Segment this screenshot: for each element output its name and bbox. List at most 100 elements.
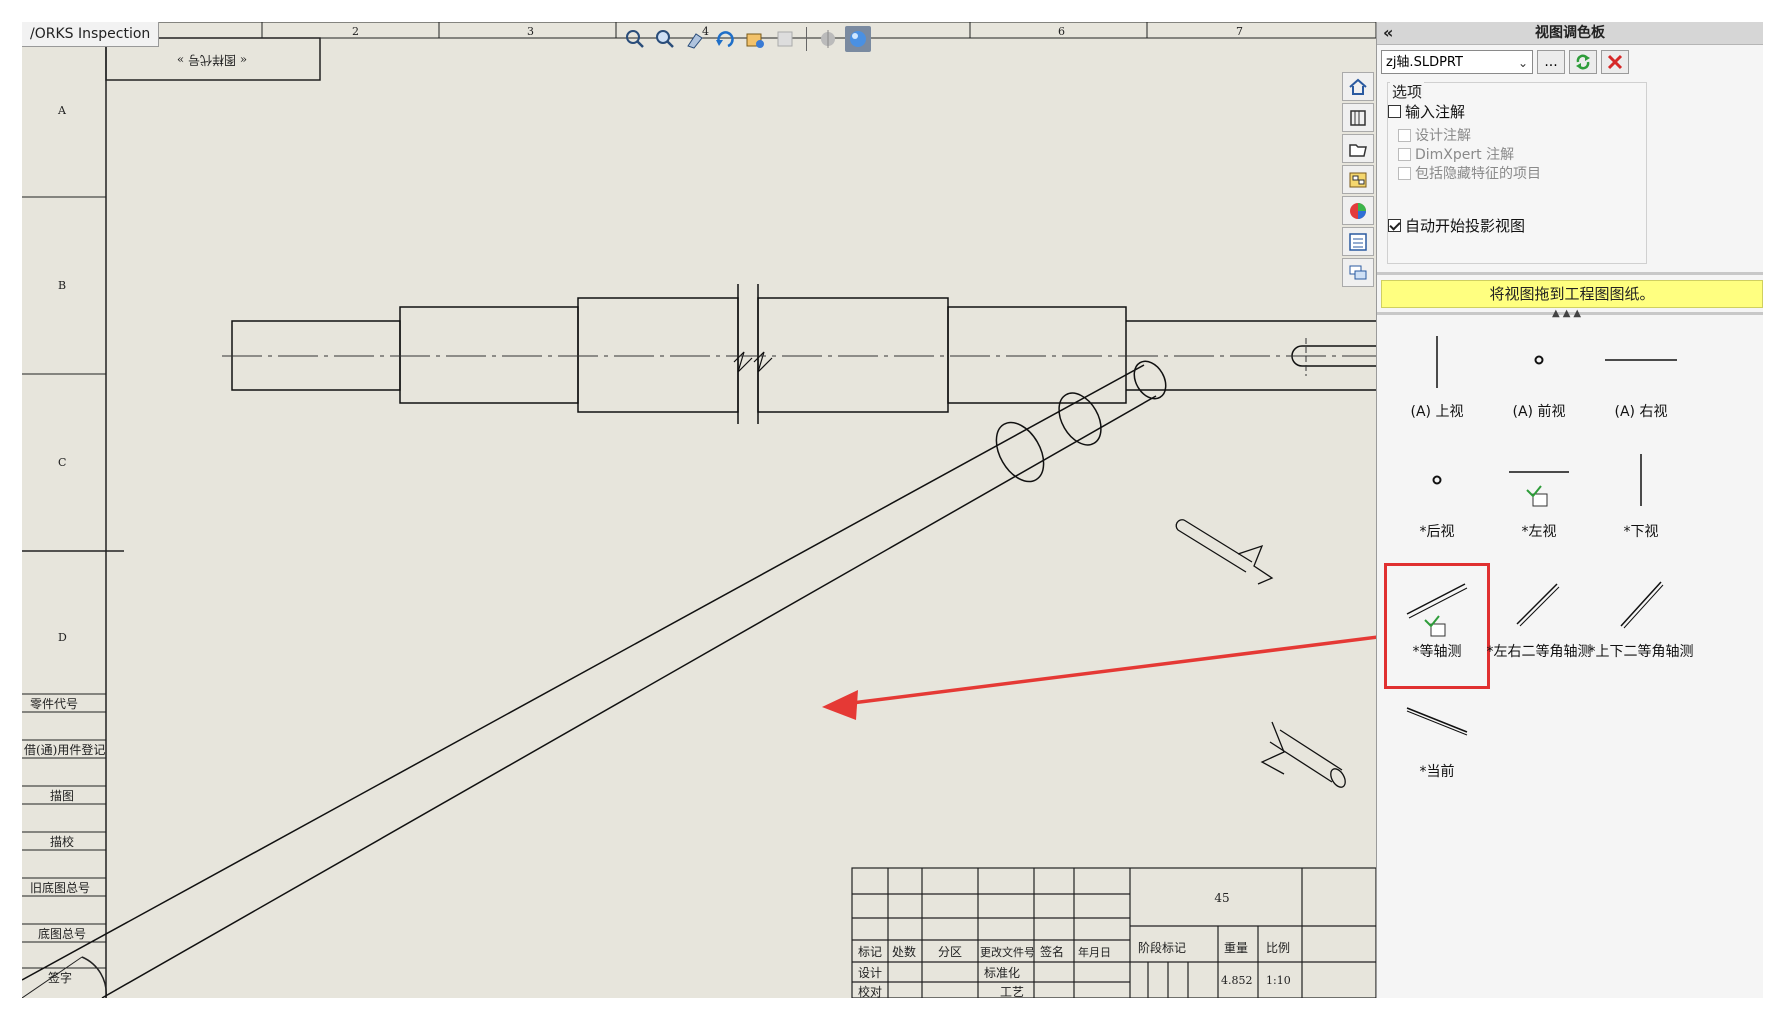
tb-row-design: 设计 xyxy=(858,966,882,980)
tb-header: 分区 xyxy=(938,945,962,959)
view-dimetric-thumbnail xyxy=(1516,583,1560,627)
view-dimetric[interactable]: *左右二等角轴测 xyxy=(1487,566,1592,686)
view-label: *左右二等角轴测 xyxy=(1486,644,1592,660)
display-style-icon[interactable] xyxy=(742,26,768,52)
toolbar-separator xyxy=(806,27,807,51)
view-palette-panel: « 视图调色板 zj轴.SLDPRT ⌄ ... 选项 输入注解 设计注解 Di… xyxy=(1376,22,1763,998)
refresh-icon xyxy=(1576,54,1590,70)
strip-label: 底图总号 xyxy=(38,926,86,941)
import-annotations-option[interactable]: 输入注解 xyxy=(1388,101,1465,122)
shaft-front-view[interactable] xyxy=(231,284,1376,424)
view-trimetric-thumbnail xyxy=(1620,581,1664,629)
browse-button[interactable]: ... xyxy=(1537,50,1565,74)
tb-header: 签名 xyxy=(1040,944,1064,959)
tb-header: 更改文件号 xyxy=(980,945,1035,959)
view-label: *下视 xyxy=(1623,524,1659,540)
view-right[interactable]: (A) 右视 xyxy=(1591,326,1691,446)
view-isometric[interactable]: *等轴测 xyxy=(1384,563,1490,689)
material-text: 45 xyxy=(1214,891,1229,905)
import-annotations-checkbox[interactable] xyxy=(1388,105,1401,118)
view-top-thumbnail xyxy=(1436,336,1438,388)
close-icon xyxy=(1607,54,1623,70)
strip-label: 旧底图总号 xyxy=(30,880,90,895)
document-tab[interactable]: /ORKS Inspection xyxy=(22,22,160,47)
design-annotations-option: 设计注解 xyxy=(1398,125,1471,145)
refresh-button[interactable] xyxy=(1569,50,1597,74)
appearances-icon[interactable] xyxy=(1342,196,1374,225)
tb-header: 阶段标记 xyxy=(1138,940,1186,955)
panel-divider xyxy=(1377,272,1763,275)
view-trimetric[interactable]: *上下二等角轴测 xyxy=(1589,566,1694,686)
view-back[interactable]: *后视 xyxy=(1387,446,1487,566)
clear-button[interactable] xyxy=(1601,50,1629,74)
splitter-grip-icon[interactable]: ▲▲▲ xyxy=(1552,308,1584,319)
view-left[interactable]: *左视 xyxy=(1489,446,1589,566)
view-bottom[interactable]: *下视 xyxy=(1591,446,1691,566)
tb-header: 年月日 xyxy=(1078,945,1111,959)
view-label: (A) 上视 xyxy=(1410,404,1464,420)
drawing-sheet[interactable]: 2 3 4 6 7 A B C D 零件代号 借(通)用件登记 描图 描校 旧底… xyxy=(22,22,1376,998)
view-label: *上下二等角轴测 xyxy=(1588,644,1694,660)
auto-projected-option[interactable]: 自动开始投影视图 xyxy=(1388,215,1525,236)
panel-title: 视图调色板 xyxy=(1535,25,1605,41)
shaft-isometric-view[interactable] xyxy=(22,356,1172,998)
design-library-icon[interactable] xyxy=(1342,103,1374,132)
import-annotations-label: 输入注解 xyxy=(1405,103,1466,121)
hidden-features-checkbox xyxy=(1398,166,1411,180)
view-label: *等轴测 xyxy=(1412,644,1462,660)
preview-shaft-small-2 xyxy=(1260,721,1346,788)
view-label: *后视 xyxy=(1419,524,1455,540)
file-select-value: zj轴.SLDPRT xyxy=(1386,55,1463,70)
zoom-area-icon[interactable] xyxy=(652,26,678,52)
zone-number: 7 xyxy=(1236,25,1243,38)
task-pane-tabs xyxy=(1342,72,1376,287)
zone-letter: B xyxy=(58,279,66,292)
file-explorer-icon[interactable] xyxy=(1342,134,1374,163)
heads-up-toolbar xyxy=(622,24,871,54)
sheet-canvas[interactable]: 2 3 4 6 7 A B C D 零件代号 借(通)用件登记 描图 描校 旧底… xyxy=(22,22,1376,998)
home-icon[interactable] xyxy=(1342,72,1374,101)
hide-show-icon[interactable] xyxy=(772,26,798,52)
strip-label: 描校 xyxy=(50,834,74,849)
custom-properties-icon[interactable] xyxy=(1342,227,1374,256)
auto-projected-checkbox[interactable] xyxy=(1388,219,1401,232)
hidden-features-label: 包括隐藏特征的项目 xyxy=(1415,166,1541,182)
tb-row-check: 校对 xyxy=(858,984,882,998)
hint-bar: 将视图拖到工程图图纸。 xyxy=(1381,280,1763,308)
hidden-features-option: 包括隐藏特征的项目 xyxy=(1398,163,1541,183)
view-palette-icon[interactable] xyxy=(1342,165,1374,194)
zone-letter: D xyxy=(58,631,67,644)
view-back-thumbnail xyxy=(1432,475,1442,485)
view-current-thumbnail xyxy=(1406,707,1468,736)
forum-icon[interactable] xyxy=(1342,258,1374,287)
weight-value: 4.852 xyxy=(1221,974,1253,987)
tb-row-std: 标准化 xyxy=(984,966,1020,980)
tb-row-process: 工艺 xyxy=(1000,985,1024,998)
view-isometric-thumbnail xyxy=(1406,583,1468,637)
scale-value: 1:10 xyxy=(1266,974,1291,987)
previous-view-icon[interactable] xyxy=(682,26,708,52)
zone-number: 3 xyxy=(527,25,534,38)
file-select[interactable]: zj轴.SLDPRT ⌄ xyxy=(1381,50,1533,74)
drag-arrow xyxy=(822,635,1376,720)
view-left-thumbnail xyxy=(1509,471,1569,507)
strip-label: 描图 xyxy=(50,789,74,803)
design-annotations-checkbox xyxy=(1398,128,1411,142)
zoom-to-fit-icon[interactable] xyxy=(622,26,648,52)
view-top[interactable]: (A) 上视 xyxy=(1387,326,1487,446)
zone-number: 2 xyxy=(352,25,359,38)
upside-title: « 图样代号 » xyxy=(177,53,247,68)
view-front-thumbnail xyxy=(1534,355,1544,365)
tb-header: 重量 xyxy=(1224,941,1248,955)
strip-label: 借(通)用件登记 xyxy=(24,742,105,757)
view-label: (A) 前视 xyxy=(1512,404,1566,420)
scene-icon[interactable] xyxy=(815,26,841,52)
chevron-down-icon: ⌄ xyxy=(1517,56,1528,70)
view-label: *左视 xyxy=(1521,524,1557,540)
appearance-icon[interactable] xyxy=(845,26,871,52)
rotate-icon[interactable] xyxy=(712,26,738,52)
panel-header: « 视图调色板 xyxy=(1377,22,1763,45)
view-current[interactable]: *当前 xyxy=(1387,686,1487,806)
zone-letter: C xyxy=(58,456,66,469)
view-front[interactable]: (A) 前视 xyxy=(1489,326,1589,446)
